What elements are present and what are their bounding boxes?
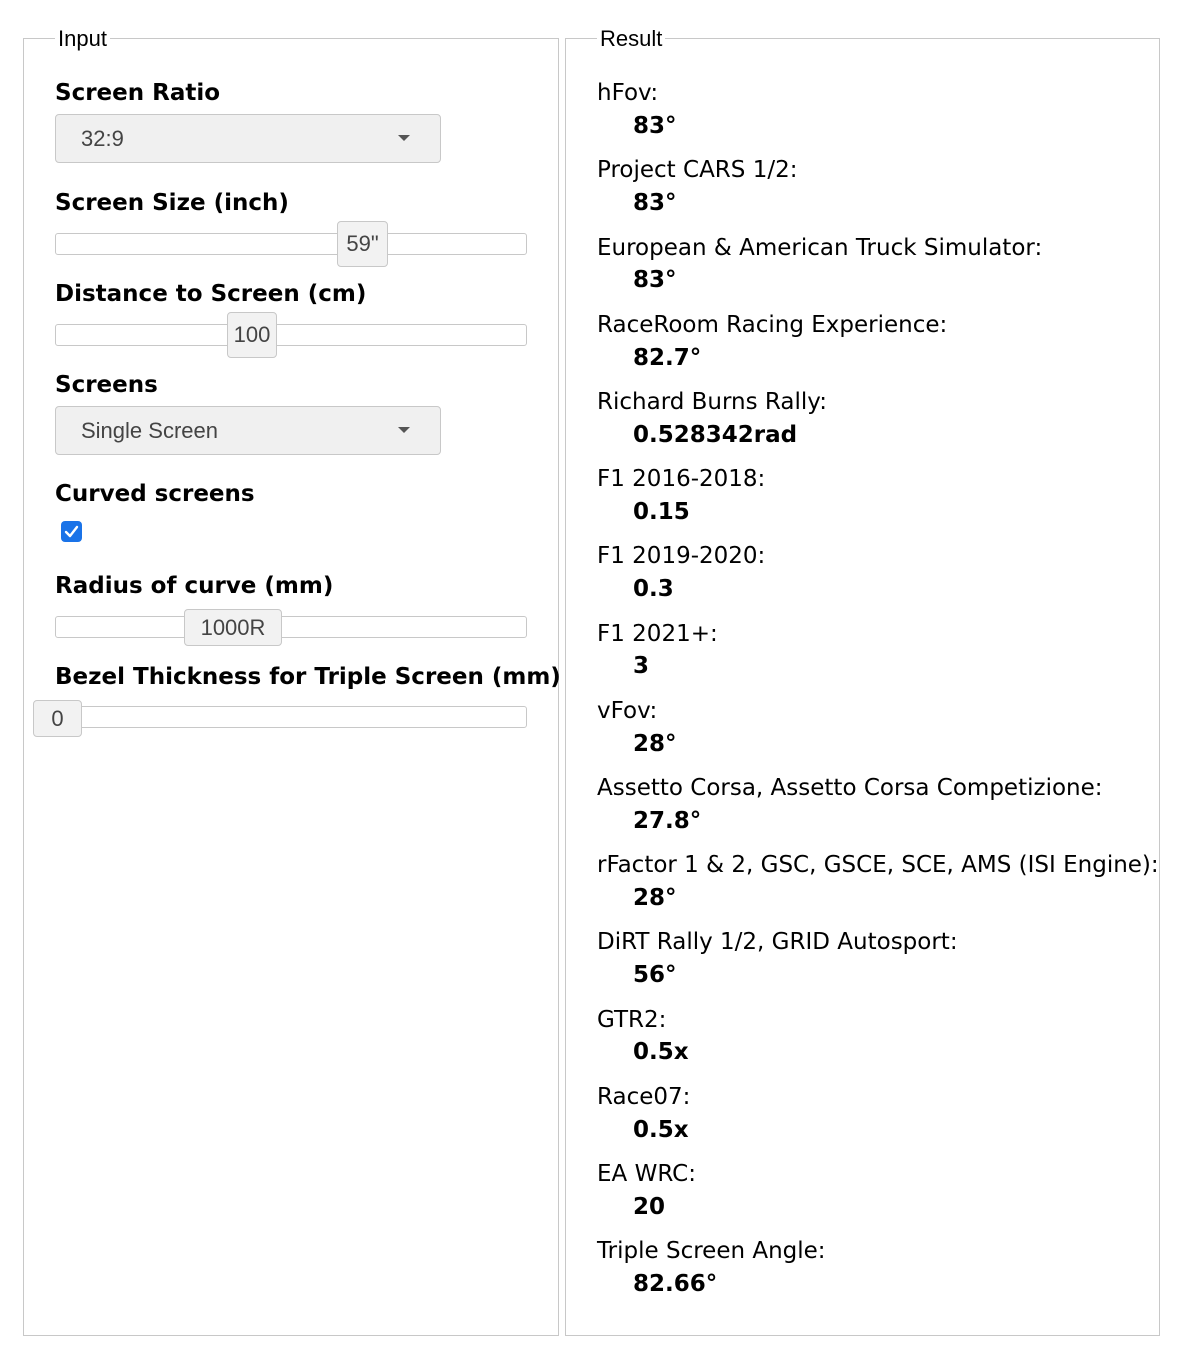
bezel-slider-handle[interactable]: 0: [33, 700, 82, 737]
result-label: Richard Burns Rally:: [597, 389, 827, 415]
distance-label: Distance to Screen (cm): [55, 281, 367, 307]
curved-screens-label: Curved screens: [55, 481, 255, 507]
screen-size-label: Screen Size (inch): [55, 190, 289, 216]
radius-slider-handle[interactable]: 1000R: [184, 609, 282, 646]
screen-ratio-select[interactable]: 32:9: [55, 114, 441, 163]
screens-select[interactable]: Single Screen: [55, 406, 441, 455]
result-label: European & American Truck Simulator:: [597, 235, 1043, 261]
result-value: 0.5x: [633, 1117, 689, 1143]
checkmark-icon: [64, 525, 79, 538]
result-value: 82.7°: [633, 345, 702, 371]
screens-label: Screens: [55, 372, 158, 398]
result-label: hFov:: [597, 80, 659, 106]
radius-label: Radius of curve (mm): [55, 573, 334, 599]
result-value: 56°: [633, 962, 677, 988]
bezel-label: Bezel Thickness for Triple Screen (mm): [55, 664, 561, 690]
chevron-down-icon: [398, 427, 410, 433]
radius-slider[interactable]: [55, 616, 527, 638]
curved-screens-checkbox[interactable]: [61, 521, 82, 542]
result-label: DiRT Rally 1/2, GRID Autosport:: [597, 929, 958, 955]
screen-ratio-value: 32:9: [81, 126, 124, 151]
result-label: Assetto Corsa, Assetto Corsa Competizion…: [597, 775, 1103, 801]
result-value: 0.528342rad: [633, 422, 798, 448]
distance-slider-handle[interactable]: 100: [227, 312, 277, 358]
input-legend: Input: [55, 25, 110, 53]
result-label: F1 2019-2020:: [597, 543, 766, 569]
distance-slider[interactable]: [55, 324, 527, 346]
chevron-down-icon: [398, 135, 410, 141]
result-value: 0.3: [633, 576, 674, 602]
result-value: 20: [633, 1194, 666, 1220]
result-value: 3: [633, 653, 650, 679]
result-label: Project CARS 1/2:: [597, 157, 798, 183]
screens-value: Single Screen: [81, 418, 218, 443]
result-label: EA WRC:: [597, 1161, 696, 1187]
result-label: Triple Screen Angle:: [597, 1238, 826, 1264]
result-panel: Result hFov: 83° Project CARS 1/2: 83° E…: [565, 25, 1160, 1336]
result-value: 83°: [633, 267, 677, 293]
result-value: 83°: [633, 113, 677, 139]
screen-size-slider-handle[interactable]: 59": [337, 221, 388, 267]
result-value: 28°: [633, 885, 677, 911]
result-value: 0.15: [633, 499, 690, 525]
screen-size-slider[interactable]: [55, 233, 527, 255]
result-value: 83°: [633, 190, 677, 216]
result-label: RaceRoom Racing Experience:: [597, 312, 948, 338]
result-label: F1 2021+:: [597, 621, 718, 647]
result-value: 0.5x: [633, 1039, 689, 1065]
result-value: 28°: [633, 731, 677, 757]
screen-ratio-label: Screen Ratio: [55, 80, 221, 106]
result-legend: Result: [597, 25, 666, 53]
input-panel: Input Screen Ratio 32:9 Screen Size (inc…: [23, 25, 561, 1336]
result-label: F1 2016-2018:: [597, 466, 766, 492]
bezel-slider[interactable]: [55, 706, 527, 728]
result-label: rFactor 1 & 2, GSC, GSCE, SCE, AMS (ISI …: [597, 852, 1159, 878]
result-label: vFov:: [597, 698, 658, 724]
result-label: Race07:: [597, 1084, 691, 1110]
result-label: GTR2:: [597, 1007, 667, 1033]
result-value: 27.8°: [633, 808, 702, 834]
result-value: 82.66°: [633, 1271, 718, 1297]
